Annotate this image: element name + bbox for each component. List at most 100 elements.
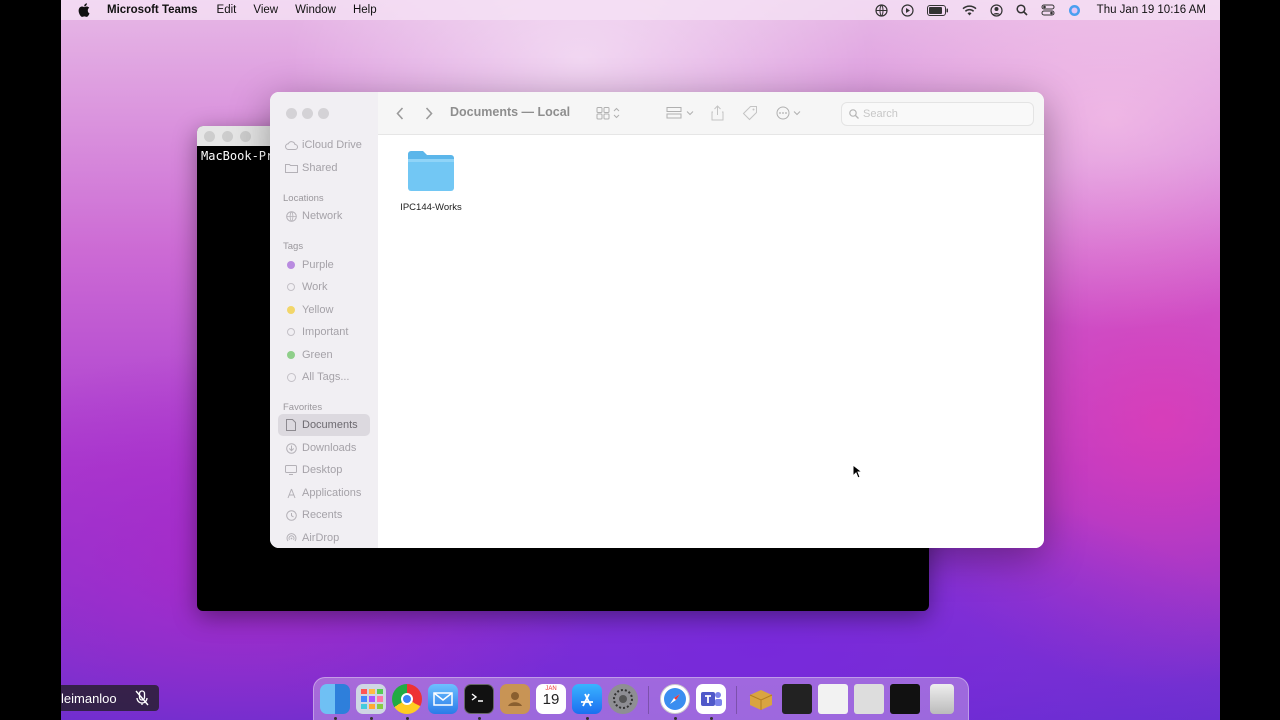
dock-separator — [736, 686, 737, 714]
clock-icon — [284, 508, 298, 522]
menubar-clock[interactable]: Thu Jan 19 10:16 AM — [1097, 4, 1206, 16]
share-icon[interactable] — [711, 105, 724, 121]
sidebar-item-documents[interactable]: Documents — [278, 414, 370, 436]
sidebar-section-locations: Locations — [283, 193, 324, 204]
window-controls — [286, 108, 334, 119]
search-placeholder: Search — [863, 108, 898, 120]
chrome-dock-icon[interactable] — [392, 684, 422, 714]
app-name-menu[interactable]: Microsoft Teams — [107, 4, 198, 16]
dock-separator — [648, 686, 649, 714]
mouse-cursor-icon — [852, 463, 864, 484]
sidebar-tag-work[interactable]: Work — [278, 276, 370, 298]
sidebar-section-tags: Tags — [283, 241, 304, 252]
yellow-tag-dot-icon — [284, 303, 298, 317]
document-icon — [284, 418, 298, 432]
window-thumbnail-dock-icon[interactable] — [782, 684, 812, 714]
status-area: Thu Jan 19 10:16 AM — [862, 0, 1206, 20]
desktop-icon — [284, 463, 298, 477]
spotlight-icon[interactable] — [1016, 4, 1028, 16]
folder-item[interactable]: IPC144-Works — [398, 149, 464, 213]
sidebar-tag-green[interactable]: Green — [278, 344, 370, 366]
package-dock-icon[interactable] — [746, 684, 776, 714]
globe-status-icon[interactable] — [875, 3, 888, 17]
view-mode-grid-button[interactable] — [596, 105, 622, 121]
minimize-button[interactable] — [302, 108, 313, 119]
menu-bar: Microsoft Teams Edit View Window Help Th… — [61, 0, 1220, 20]
sidebar-item-shared[interactable]: Shared — [278, 157, 370, 179]
sidebar-item-label: Shared — [302, 162, 338, 174]
system-preferences-dock-icon[interactable] — [608, 684, 638, 714]
sidebar-item-downloads[interactable]: Downloads — [278, 437, 370, 459]
menu-edit[interactable]: Edit — [217, 4, 237, 16]
group-by-button[interactable] — [666, 105, 696, 121]
close-button[interactable] — [286, 108, 297, 119]
sidebar-item-label: Downloads — [302, 442, 357, 454]
finder-content-area[interactable]: IPC144-Works — [378, 135, 1044, 548]
sidebar-item-label: Work — [302, 281, 328, 293]
sidebar-item-label: Yellow — [302, 304, 334, 316]
user-account-icon[interactable] — [990, 3, 1003, 17]
sidebar-item-label: iCloud Drive — [302, 139, 362, 151]
zoom-button[interactable] — [318, 108, 329, 119]
sidebar-tag-all-tags[interactable]: All Tags... — [278, 366, 370, 388]
sidebar-item-network[interactable]: Network — [278, 205, 370, 227]
mail-dock-icon[interactable] — [428, 684, 458, 714]
more-actions-button[interactable] — [775, 105, 805, 121]
launchpad-dock-icon[interactable] — [356, 684, 386, 714]
terminal-close-button[interactable] — [204, 130, 215, 142]
sidebar-tag-important[interactable]: Important — [278, 321, 370, 343]
trash-dock-icon[interactable] — [930, 684, 954, 714]
menu-window[interactable]: Window — [295, 4, 336, 16]
sidebar-item-label: Applications — [302, 487, 362, 499]
desktop: Microsoft Teams Edit View Window Help Th… — [61, 0, 1220, 720]
sidebar-tag-purple[interactable]: Purple — [278, 254, 370, 276]
window-thumbnail-dock-icon[interactable] — [890, 684, 920, 714]
terminal-minimize-button[interactable] — [222, 130, 233, 142]
forward-button[interactable] — [425, 105, 433, 121]
control-center-icon[interactable] — [1041, 4, 1055, 16]
folder-icon — [398, 149, 464, 198]
finder-toolbar: Documents — Local Search — [378, 92, 1044, 135]
sidebar-item-label: AirDrop — [302, 532, 340, 544]
sidebar-item-icloud-drive[interactable]: iCloud Drive — [278, 134, 370, 156]
menu-view[interactable]: View — [253, 4, 278, 16]
purple-tag-dot-icon — [284, 258, 298, 272]
finder-dock-icon[interactable] — [320, 684, 350, 714]
battery-icon[interactable] — [926, 4, 949, 16]
window-thumbnail-dock-icon[interactable] — [818, 684, 848, 714]
siri-icon[interactable] — [1068, 4, 1081, 17]
sidebar-item-label: Green — [302, 349, 333, 361]
tag-icon[interactable] — [742, 105, 758, 121]
sidebar-item-label: Recents — [302, 509, 343, 521]
globe-icon — [284, 209, 298, 223]
cloud-icon — [284, 138, 298, 152]
sidebar-section-favorites: Favorites — [283, 402, 323, 413]
terminal-dock-icon[interactable] — [464, 684, 494, 714]
wifi-icon[interactable] — [962, 4, 977, 16]
empty-tag-dot-icon — [284, 325, 298, 339]
app-store-dock-icon[interactable] — [572, 684, 602, 714]
search-field[interactable]: Search — [841, 102, 1034, 126]
terminal-zoom-button[interactable] — [240, 130, 251, 142]
sidebar-item-airdrop[interactable]: AirDrop — [278, 527, 370, 548]
menu-help[interactable]: Help — [353, 4, 377, 16]
sidebar-tag-yellow[interactable]: Yellow — [278, 299, 370, 321]
back-button[interactable] — [396, 105, 404, 121]
finder-window[interactable]: iCloud Drive Shared Locations Network Ta… — [270, 92, 1044, 548]
play-status-icon[interactable] — [901, 3, 914, 17]
sidebar-item-label: Desktop — [302, 464, 343, 476]
apple-menu-icon[interactable] — [77, 3, 91, 17]
sidebar-item-desktop[interactable]: Desktop — [278, 459, 370, 481]
window-thumbnail-dock-icon[interactable] — [854, 684, 884, 714]
sidebar-item-applications[interactable]: Applications — [278, 482, 370, 504]
finder-sidebar: iCloud Drive Shared Locations Network Ta… — [270, 92, 379, 548]
teams-dock-icon[interactable] — [696, 684, 726, 714]
contacts-dock-icon[interactable] — [500, 684, 530, 714]
calendar-dock-icon[interactable]: JAN 19 — [536, 684, 566, 714]
sidebar-item-recents[interactable]: Recents — [278, 504, 370, 526]
airdrop-icon — [284, 531, 298, 545]
sidebar-item-label: Documents — [302, 419, 358, 431]
download-icon — [284, 441, 298, 455]
search-icon — [849, 109, 859, 119]
safari-dock-icon[interactable] — [660, 684, 690, 714]
